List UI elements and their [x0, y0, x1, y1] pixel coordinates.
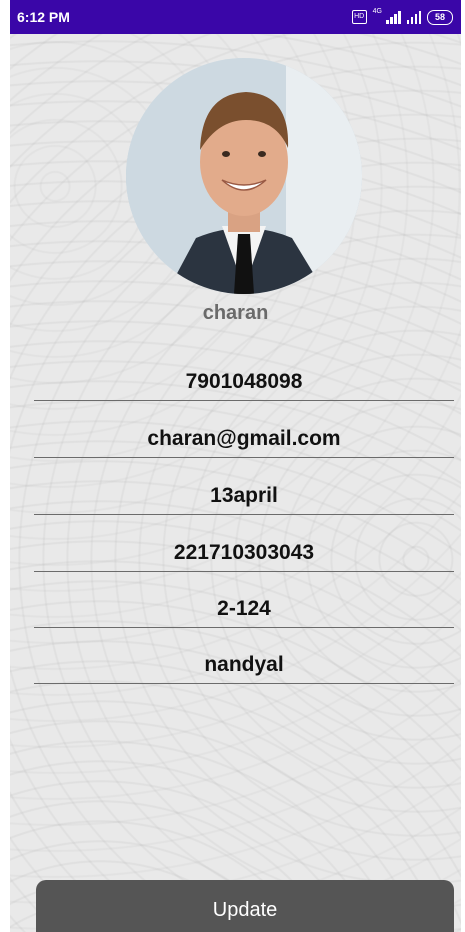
- door-number-value: 2-124: [217, 597, 271, 620]
- door-number-field[interactable]: 2-124: [34, 583, 454, 628]
- signal-icon: [386, 10, 401, 24]
- status-bar: 6:12 PM HD 4G 58: [10, 0, 461, 34]
- dob-field[interactable]: 13april: [34, 470, 454, 515]
- city-value: nandyal: [204, 653, 284, 676]
- email-value: charan@gmail.com: [147, 427, 341, 450]
- person-photo-icon: [126, 58, 362, 294]
- network-type-label: 4G: [372, 7, 382, 15]
- status-icons: HD 4G 58: [351, 7, 453, 26]
- update-button[interactable]: Update: [36, 880, 454, 932]
- username: charan: [202, 302, 269, 324]
- profile-photo[interactable]: [126, 58, 362, 294]
- profile-screen: 6:12 PM HD 4G 58 charan 7901048098 chara…: [10, 0, 461, 932]
- volte-icon: HD: [351, 10, 367, 24]
- roll-number-field[interactable]: 221710303043: [34, 527, 454, 572]
- battery-icon: 58: [427, 9, 453, 25]
- email-field[interactable]: charan@gmail.com: [34, 413, 454, 458]
- city-field[interactable]: nandyal: [34, 639, 454, 684]
- dob-value: 13april: [210, 484, 278, 507]
- status-time: 6:12 PM: [17, 9, 70, 25]
- signal-icon-2: [406, 10, 421, 24]
- roll-number-value: 221710303043: [173, 541, 315, 564]
- phone-field[interactable]: 7901048098: [34, 356, 454, 401]
- phone-value: 7901048098: [185, 370, 303, 393]
